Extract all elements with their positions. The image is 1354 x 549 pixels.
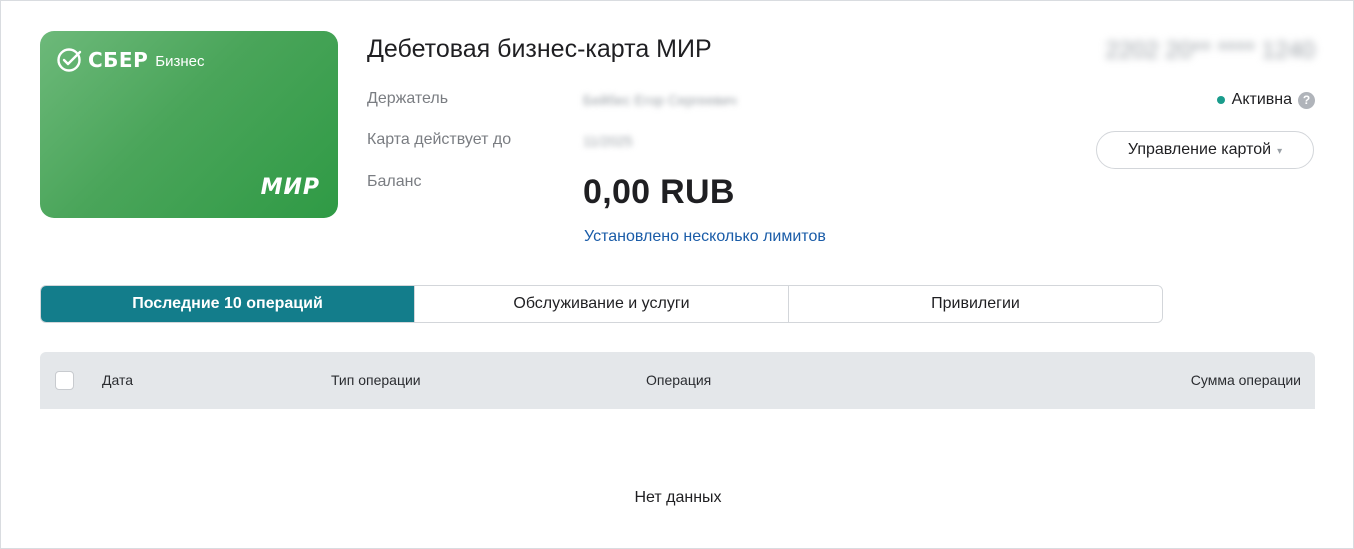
mir-logo: МИР (260, 175, 320, 200)
expiry-label: Карта действует до (367, 131, 512, 148)
card-number: 2202 20** **** 1240 (1105, 37, 1315, 64)
tab-last-operations[interactable]: Последние 10 операций (41, 286, 414, 322)
tab-privileges[interactable]: Привилегии (788, 286, 1162, 322)
holder-value: Бейбес Егор Сергеевич (583, 92, 737, 108)
manage-card-label: Управление картой (1127, 141, 1272, 158)
manage-card-button[interactable]: Управление картой ▾ (1096, 131, 1314, 169)
help-icon[interactable]: ? (1298, 91, 1315, 109)
brand-sub: Бизнес (155, 53, 205, 70)
column-operation[interactable]: Операция (646, 372, 711, 388)
status-dot-icon (1216, 96, 1225, 104)
tabs: Последние 10 операций Обслуживание и усл… (40, 285, 1163, 323)
brand-name: СБЕР (88, 48, 149, 72)
limits-link[interactable]: Установлено несколько лимитов (584, 228, 826, 246)
page-frame: СБЕР Бизнес МИР Дебетовая бизнес-карта М… (0, 0, 1354, 549)
select-all-checkbox[interactable] (55, 371, 74, 390)
sber-logo: СБЕР Бизнес (56, 47, 204, 73)
balance-label: Баланс (367, 173, 422, 190)
card-image: СБЕР Бизнес МИР (40, 31, 338, 218)
status-text: Активна (1231, 91, 1292, 108)
column-amount[interactable]: Сумма операции (1191, 372, 1301, 388)
column-operation-type[interactable]: Тип операции (331, 372, 421, 388)
column-date[interactable]: Дата (102, 372, 133, 388)
page-title: Дебетовая бизнес-карта МИР (367, 35, 712, 63)
holder-label: Держатель (367, 90, 449, 107)
expiry-value: 11/2025 (583, 133, 633, 149)
table-header: Дата Тип операции Операция Сумма операци… (40, 352, 1315, 409)
status-badge: Активна ? (1216, 91, 1315, 109)
balance-value: 0,00 RUB (583, 173, 735, 211)
empty-state: Нет данных (634, 489, 722, 506)
chevron-down-icon: ▾ (1277, 145, 1283, 157)
tab-services[interactable]: Обслуживание и услуги (414, 286, 788, 322)
sber-check-icon (57, 48, 82, 72)
